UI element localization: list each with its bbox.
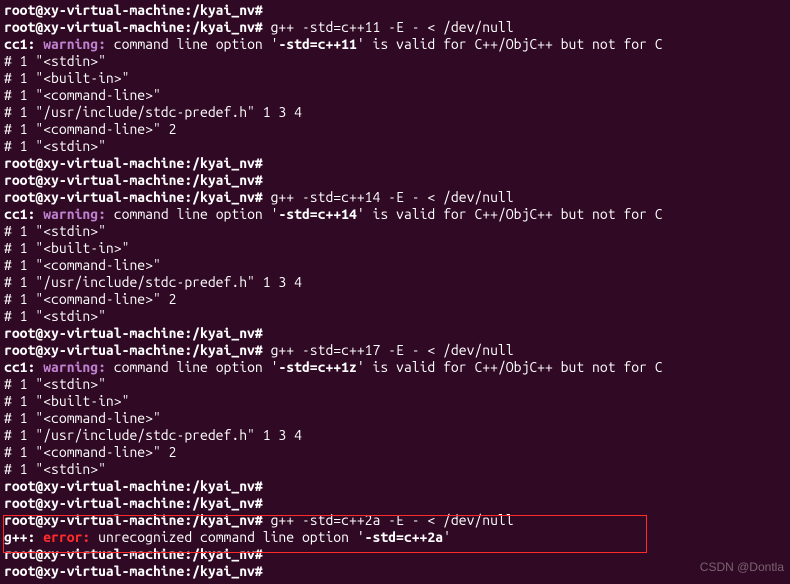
preproc-line: # 1 "<command-line>" (4, 410, 786, 427)
preproc-line: # 1 "<command-line>" (4, 87, 786, 104)
shell-prompt: root@xy-virtual-machine:/kyai_nv# (4, 19, 263, 35)
prompt-line[interactable]: root@xy-virtual-machine:/kyai_nv# (4, 563, 786, 580)
err-text-pre: unrecognized command line option ' (90, 529, 364, 545)
warning-line: cc1: warning: command line option '-std=… (4, 36, 786, 53)
err-program: g++: (4, 529, 35, 545)
command-text: g++ -std=c++14 -E - < /dev/null (271, 189, 514, 205)
preproc-line: # 1 "<stdin>" (4, 376, 786, 393)
prompt-line[interactable]: root@xy-virtual-machine:/kyai_nv# (4, 546, 786, 563)
prompt-line[interactable]: root@xy-virtual-machine:/kyai_nv# (4, 155, 786, 172)
preproc-line: # 1 "<stdin>" (4, 138, 786, 155)
watermark: CSDN @Dontla (700, 559, 784, 576)
warn-option: -std=c++1z (278, 359, 356, 375)
preproc-line: # 1 "<stdin>" (4, 53, 786, 70)
preproc-line: # 1 "<command-line>" 2 (4, 444, 786, 461)
preproc-line: # 1 "<built-in>" (4, 240, 786, 257)
cmd-line-c14[interactable]: root@xy-virtual-machine:/kyai_nv# g++ -s… (4, 189, 786, 206)
warn-option: -std=c++11 (278, 36, 356, 52)
command-text: g++ -std=c++17 -E - < /dev/null (271, 342, 514, 358)
preproc-line: # 1 "<stdin>" (4, 461, 786, 478)
warn-text-post: ' is valid for C++/ObjC++ but not for C (357, 359, 663, 375)
error-line: g++: error: unrecognized command line op… (4, 529, 786, 546)
preproc-line: # 1 "/usr/include/stdc-predef.h" 1 3 4 (4, 104, 786, 121)
preproc-line: # 1 "/usr/include/stdc-predef.h" 1 3 4 (4, 274, 786, 291)
prompt-line[interactable]: root@xy-virtual-machine:/kyai_nv# (4, 2, 786, 19)
cmd-line-c11[interactable]: root@xy-virtual-machine:/kyai_nv# g++ -s… (4, 19, 786, 36)
warn-text-post: ' is valid for C++/ObjC++ but not for C (357, 36, 663, 52)
preproc-line: # 1 "<built-in>" (4, 70, 786, 87)
warning-line: cc1: warning: command line option '-std=… (4, 359, 786, 376)
warn-text-pre: command line option ' (106, 206, 278, 222)
warning-label: warning: (43, 206, 106, 222)
preproc-line: # 1 "<stdin>" (4, 308, 786, 325)
warning-label: warning: (43, 36, 106, 52)
warn-program: cc1: (4, 206, 35, 222)
shell-prompt: root@xy-virtual-machine:/kyai_nv# (4, 189, 263, 205)
shell-prompt: root@xy-virtual-machine:/kyai_nv# (4, 478, 263, 494)
prompt-line[interactable]: root@xy-virtual-machine:/kyai_nv# (4, 495, 786, 512)
preproc-line: # 1 "<built-in>" (4, 393, 786, 410)
preproc-line: # 1 "<stdin>" (4, 223, 786, 240)
warn-text-post: ' is valid for C++/ObjC++ but not for C (357, 206, 663, 222)
shell-prompt: root@xy-virtual-machine:/kyai_nv# (4, 546, 263, 562)
shell-prompt: root@xy-virtual-machine:/kyai_nv# (4, 172, 263, 188)
warn-text-pre: command line option ' (106, 36, 278, 52)
preproc-line: # 1 "/usr/include/stdc-predef.h" 1 3 4 (4, 427, 786, 444)
prompt-line[interactable]: root@xy-virtual-machine:/kyai_nv# (4, 325, 786, 342)
warn-program: cc1: (4, 359, 35, 375)
command-text: g++ -std=c++2a -E - < /dev/null (271, 512, 514, 528)
prompt-line[interactable]: root@xy-virtual-machine:/kyai_nv# (4, 172, 786, 189)
warning-line: cc1: warning: command line option '-std=… (4, 206, 786, 223)
shell-prompt: root@xy-virtual-machine:/kyai_nv# (4, 342, 263, 358)
preproc-line: # 1 "<command-line>" (4, 257, 786, 274)
command-text: g++ -std=c++11 -E - < /dev/null (271, 19, 514, 35)
cmd-line-c2a[interactable]: root@xy-virtual-machine:/kyai_nv# g++ -s… (4, 512, 786, 529)
shell-prompt: root@xy-virtual-machine:/kyai_nv# (4, 512, 263, 528)
shell-prompt: root@xy-virtual-machine:/kyai_nv# (4, 495, 263, 511)
shell-prompt: root@xy-virtual-machine:/kyai_nv# (4, 325, 263, 341)
err-text-post: ' (443, 529, 451, 545)
cmd-line-c17[interactable]: root@xy-virtual-machine:/kyai_nv# g++ -s… (4, 342, 786, 359)
err-option: -std=c++2a (365, 529, 443, 545)
warn-text-pre: command line option ' (106, 359, 278, 375)
warn-program: cc1: (4, 36, 35, 52)
prompt-line[interactable]: root@xy-virtual-machine:/kyai_nv# (4, 478, 786, 495)
preproc-line: # 1 "<command-line>" 2 (4, 121, 786, 138)
error-label: error: (43, 529, 90, 545)
warn-option: -std=c++14 (278, 206, 356, 222)
preproc-line: # 1 "<command-line>" 2 (4, 291, 786, 308)
shell-prompt: root@xy-virtual-machine:/kyai_nv# (4, 2, 263, 18)
shell-prompt: root@xy-virtual-machine:/kyai_nv# (4, 563, 263, 579)
terminal-output: root@xy-virtual-machine:/kyai_nv# root@x… (0, 0, 790, 584)
warning-label: warning: (43, 359, 106, 375)
shell-prompt: root@xy-virtual-machine:/kyai_nv# (4, 155, 263, 171)
